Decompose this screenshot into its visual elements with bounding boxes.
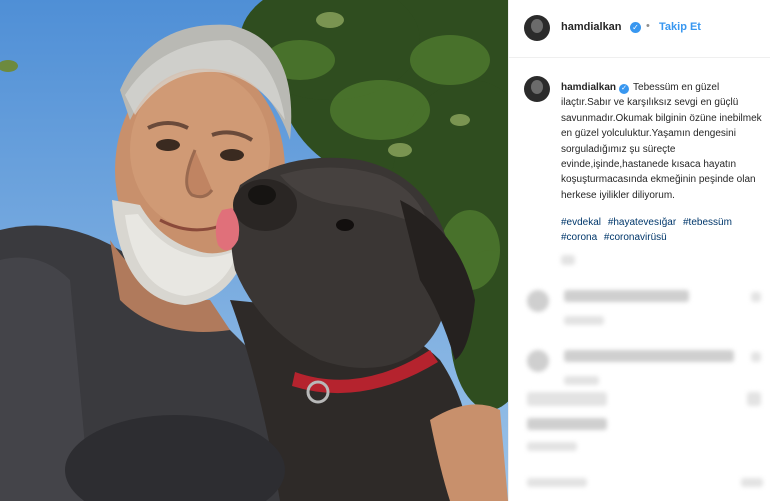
blurred-comment-text bbox=[564, 350, 734, 362]
instagram-post: hamdialkan ✓ • Takip Et hamdialkan ✓ Tebes… bbox=[0, 0, 770, 501]
hashtag[interactable]: #corona bbox=[561, 232, 597, 243]
post-header: hamdialkan ✓ • Takip Et bbox=[509, 0, 770, 58]
caption-verified-icon: ✓ bbox=[619, 84, 630, 94]
blurred-timestamp bbox=[561, 255, 575, 265]
post-details-panel: hamdialkan ✓ • Takip Et hamdialkan ✓ Tebes… bbox=[508, 0, 770, 501]
blurred-comment-avatar bbox=[527, 350, 549, 372]
hashtag[interactable]: #evdekal bbox=[561, 217, 601, 228]
blurred-action-icons bbox=[527, 392, 607, 406]
header-username[interactable]: hamdialkan bbox=[561, 21, 622, 33]
header-separator: • bbox=[646, 20, 650, 32]
hashtag[interactable]: #hayatevesığar bbox=[608, 217, 676, 228]
blurred-comment-meta bbox=[564, 376, 599, 385]
caption-avatar[interactable] bbox=[524, 76, 550, 102]
blurred-post-date bbox=[527, 442, 577, 451]
photo-illustration bbox=[0, 0, 508, 501]
hashtag[interactable]: #tebessüm bbox=[683, 217, 732, 228]
blurred-comment-input bbox=[527, 478, 587, 487]
user-avatar[interactable] bbox=[524, 15, 550, 41]
hashtag[interactable]: #coronavirüsü bbox=[604, 232, 667, 243]
blurred-like-icon bbox=[751, 352, 761, 362]
blurred-like-icon bbox=[751, 292, 761, 302]
caption-hashtags: #evdekal #hayatevesığar #tebessüm #coron… bbox=[561, 215, 766, 246]
blurred-bookmark-icon bbox=[747, 392, 761, 406]
blurred-likes-count bbox=[527, 418, 607, 430]
post-photo[interactable] bbox=[0, 0, 508, 501]
follow-button[interactable]: Takip Et bbox=[659, 21, 701, 33]
post-caption: hamdialkan ✓ Tebessüm en güzel ilaçtır.Sab… bbox=[561, 80, 766, 203]
blurred-comment-meta bbox=[564, 316, 604, 325]
caption-username[interactable]: hamdialkan bbox=[561, 82, 616, 93]
blurred-post-button bbox=[741, 478, 763, 487]
blurred-comment-avatar bbox=[527, 290, 549, 312]
caption-text: Tebessüm en güzel ilaçtır.Sabır ve karşı… bbox=[561, 82, 762, 201]
verified-badge-icon: ✓ bbox=[630, 22, 641, 33]
blurred-comment-text bbox=[564, 290, 689, 302]
